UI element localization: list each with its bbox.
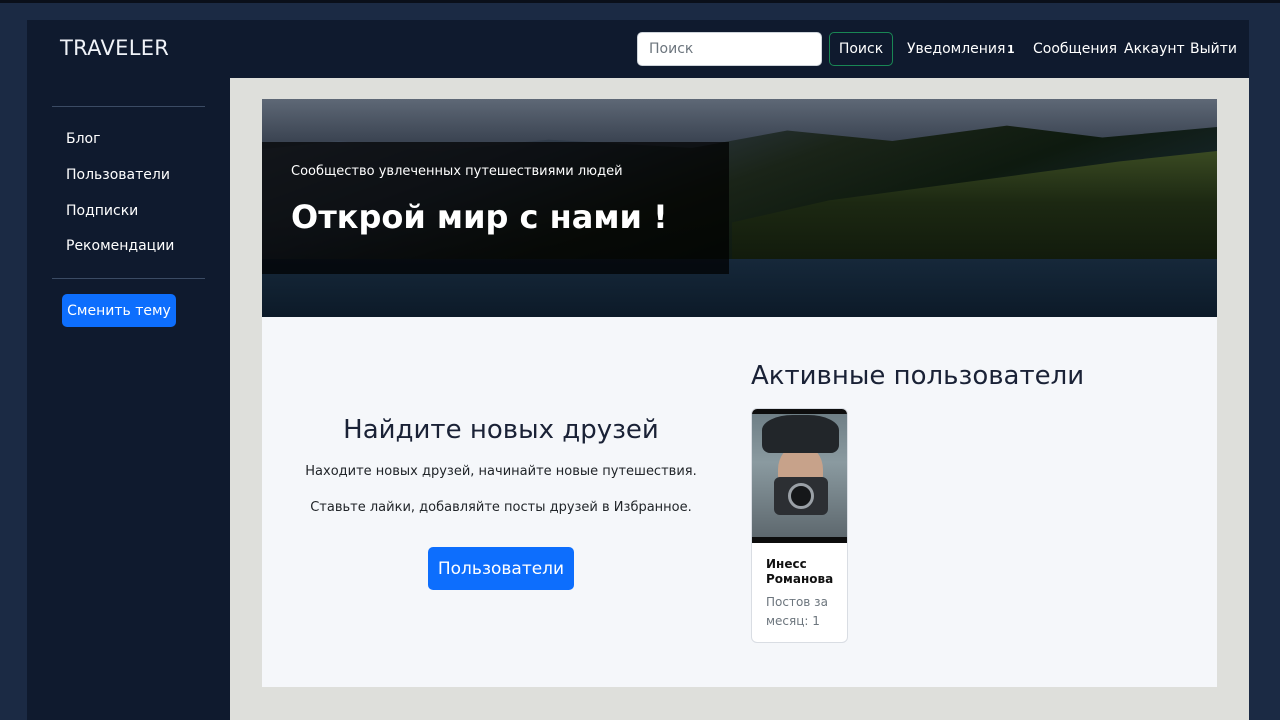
- sidebar-item-users[interactable]: Пользователи: [66, 167, 170, 183]
- sidebar-item-recommendations[interactable]: Рекомендации: [66, 238, 174, 254]
- sidebar-item-subscriptions[interactable]: Подписки: [66, 203, 138, 219]
- sidebar-divider-bottom: [52, 278, 205, 279]
- hero-title: Открой мир с нами !: [291, 198, 668, 236]
- hero-caption-box: Сообщество увлеченных путешествиями люде…: [262, 142, 729, 274]
- search-input[interactable]: [637, 32, 822, 66]
- nav-link-notifications[interactable]: Уведомления: [907, 41, 1005, 57]
- sidebar: Блог Пользователи Подписки Рекомендации …: [27, 78, 230, 720]
- photo-hat: [762, 415, 839, 453]
- change-theme-button[interactable]: Сменить тему: [62, 294, 176, 327]
- nav-link-messages[interactable]: Сообщения: [1033, 41, 1117, 57]
- app-container: TRAVELER Поиск Уведомления 1 Сообщения А…: [27, 20, 1249, 720]
- sidebar-item-blog[interactable]: Блог: [66, 131, 100, 147]
- hero-banner: Сообщество увлеченных путешествиями люде…: [262, 99, 1217, 317]
- user-card[interactable]: Инесс Романова Постов за месяц: 1: [751, 408, 848, 643]
- users-button[interactable]: Пользователи: [428, 547, 574, 590]
- hero-subtitle: Сообщество увлеченных путешествиями люде…: [291, 164, 623, 179]
- search-button[interactable]: Поиск: [829, 32, 893, 66]
- user-name[interactable]: Инесс Романова: [766, 557, 841, 587]
- brand-logo[interactable]: TRAVELER: [60, 36, 169, 60]
- content-panel: Найдите новых друзей Находите новых друз…: [262, 317, 1217, 687]
- nav-link-account[interactable]: Аккаунт: [1124, 41, 1185, 57]
- navbar: TRAVELER Поиск Уведомления 1 Сообщения А…: [27, 20, 1249, 78]
- sidebar-divider-top: [52, 106, 205, 107]
- main-content: Сообщество увлеченных путешествиями люде…: [230, 78, 1249, 720]
- notifications-count-badge: 1: [1007, 43, 1015, 56]
- nav-link-logout[interactable]: Выйти: [1190, 41, 1237, 57]
- user-posts-count: Постов за месяц: 1: [766, 595, 828, 628]
- photo-bottom-border: [752, 537, 847, 543]
- find-friends-text-1: Находите новых друзей, начинайте новые п…: [305, 464, 697, 479]
- photo-camera-lens: [788, 483, 814, 509]
- window-top-strip: [0, 0, 1280, 3]
- user-photo: [752, 409, 847, 543]
- active-users-title: Активные пользователи: [751, 361, 1085, 391]
- find-friends-title: Найдите новых друзей: [343, 415, 659, 445]
- find-friends-text-2: Ставьте лайки, добавляйте посты друзей в…: [310, 500, 692, 515]
